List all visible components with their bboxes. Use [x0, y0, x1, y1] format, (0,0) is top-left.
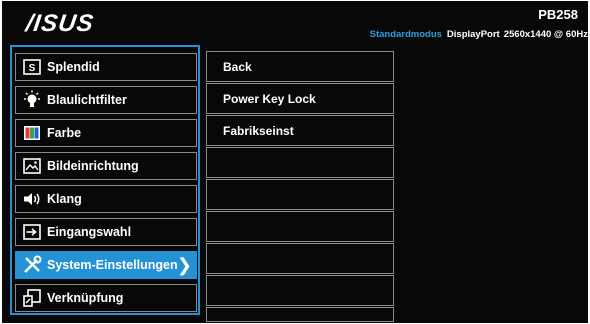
- main-menu: S Splendid Blaulichtfilter Farbe Bildein…: [10, 45, 200, 315]
- input-label: DisplayPort: [446, 29, 500, 40]
- model-name: PB258: [538, 7, 578, 22]
- status-bar: Standardmodus DisplayPort 2560x1440 @ 60Hz: [370, 29, 588, 40]
- asus-logo: /ISUS: [24, 10, 96, 37]
- image-icon: [22, 156, 42, 176]
- color-icon: [22, 123, 42, 143]
- menu-item-system-einstellungen[interactable]: System-Einstellungen ❯: [15, 251, 197, 279]
- sub-item-empty: [206, 307, 394, 322]
- menu-item-blaulichtfilter[interactable]: Blaulichtfilter: [15, 86, 197, 114]
- sub-item-back[interactable]: Back: [206, 51, 394, 82]
- menu-label: Splendid: [47, 60, 100, 74]
- sub-item-empty: [206, 147, 394, 178]
- sub-item-power-key-lock[interactable]: Power Key Lock: [206, 83, 394, 114]
- sub-item-empty: [206, 179, 394, 210]
- menu-item-eingangswahl[interactable]: Eingangswahl: [15, 218, 197, 246]
- input-icon: [22, 222, 42, 242]
- sub-item-fabrikseinst[interactable]: Fabrikseinst: [206, 115, 394, 146]
- sub-item-empty: [206, 211, 394, 242]
- chevron-right-icon: ❯: [176, 255, 192, 275]
- resolution-label: 2560x1440 @ 60Hz: [503, 29, 588, 40]
- splendid-s-icon: S: [22, 57, 42, 77]
- menu-label: Eingangswahl: [47, 225, 132, 239]
- mode-label: Standardmodus: [369, 29, 442, 40]
- speaker-icon: [22, 189, 42, 209]
- menu-item-splendid[interactable]: S Splendid: [15, 53, 197, 81]
- menu-label: System-Einstellungen: [47, 258, 178, 272]
- menu-label: Farbe: [47, 126, 82, 140]
- sub-item-empty: [206, 243, 394, 274]
- menu-label: Verknüpfung: [47, 291, 124, 305]
- sub-item-empty: [206, 275, 394, 306]
- menu-item-verknuepfung[interactable]: Verknüpfung: [15, 284, 197, 312]
- menu-label: Bildeinrichtung: [47, 159, 139, 173]
- shortcut-icon: [22, 288, 42, 308]
- menu-item-klang[interactable]: Klang: [15, 185, 197, 213]
- menu-label: Klang: [47, 192, 82, 206]
- menu-item-bildeinrichtung[interactable]: Bildeinrichtung: [15, 152, 197, 180]
- svg-text:S: S: [29, 63, 36, 74]
- menu-label: Blaulichtfilter: [47, 93, 127, 107]
- tools-icon: [22, 255, 42, 275]
- bulb-icon: [22, 90, 42, 110]
- menu-item-farbe[interactable]: Farbe: [15, 119, 197, 147]
